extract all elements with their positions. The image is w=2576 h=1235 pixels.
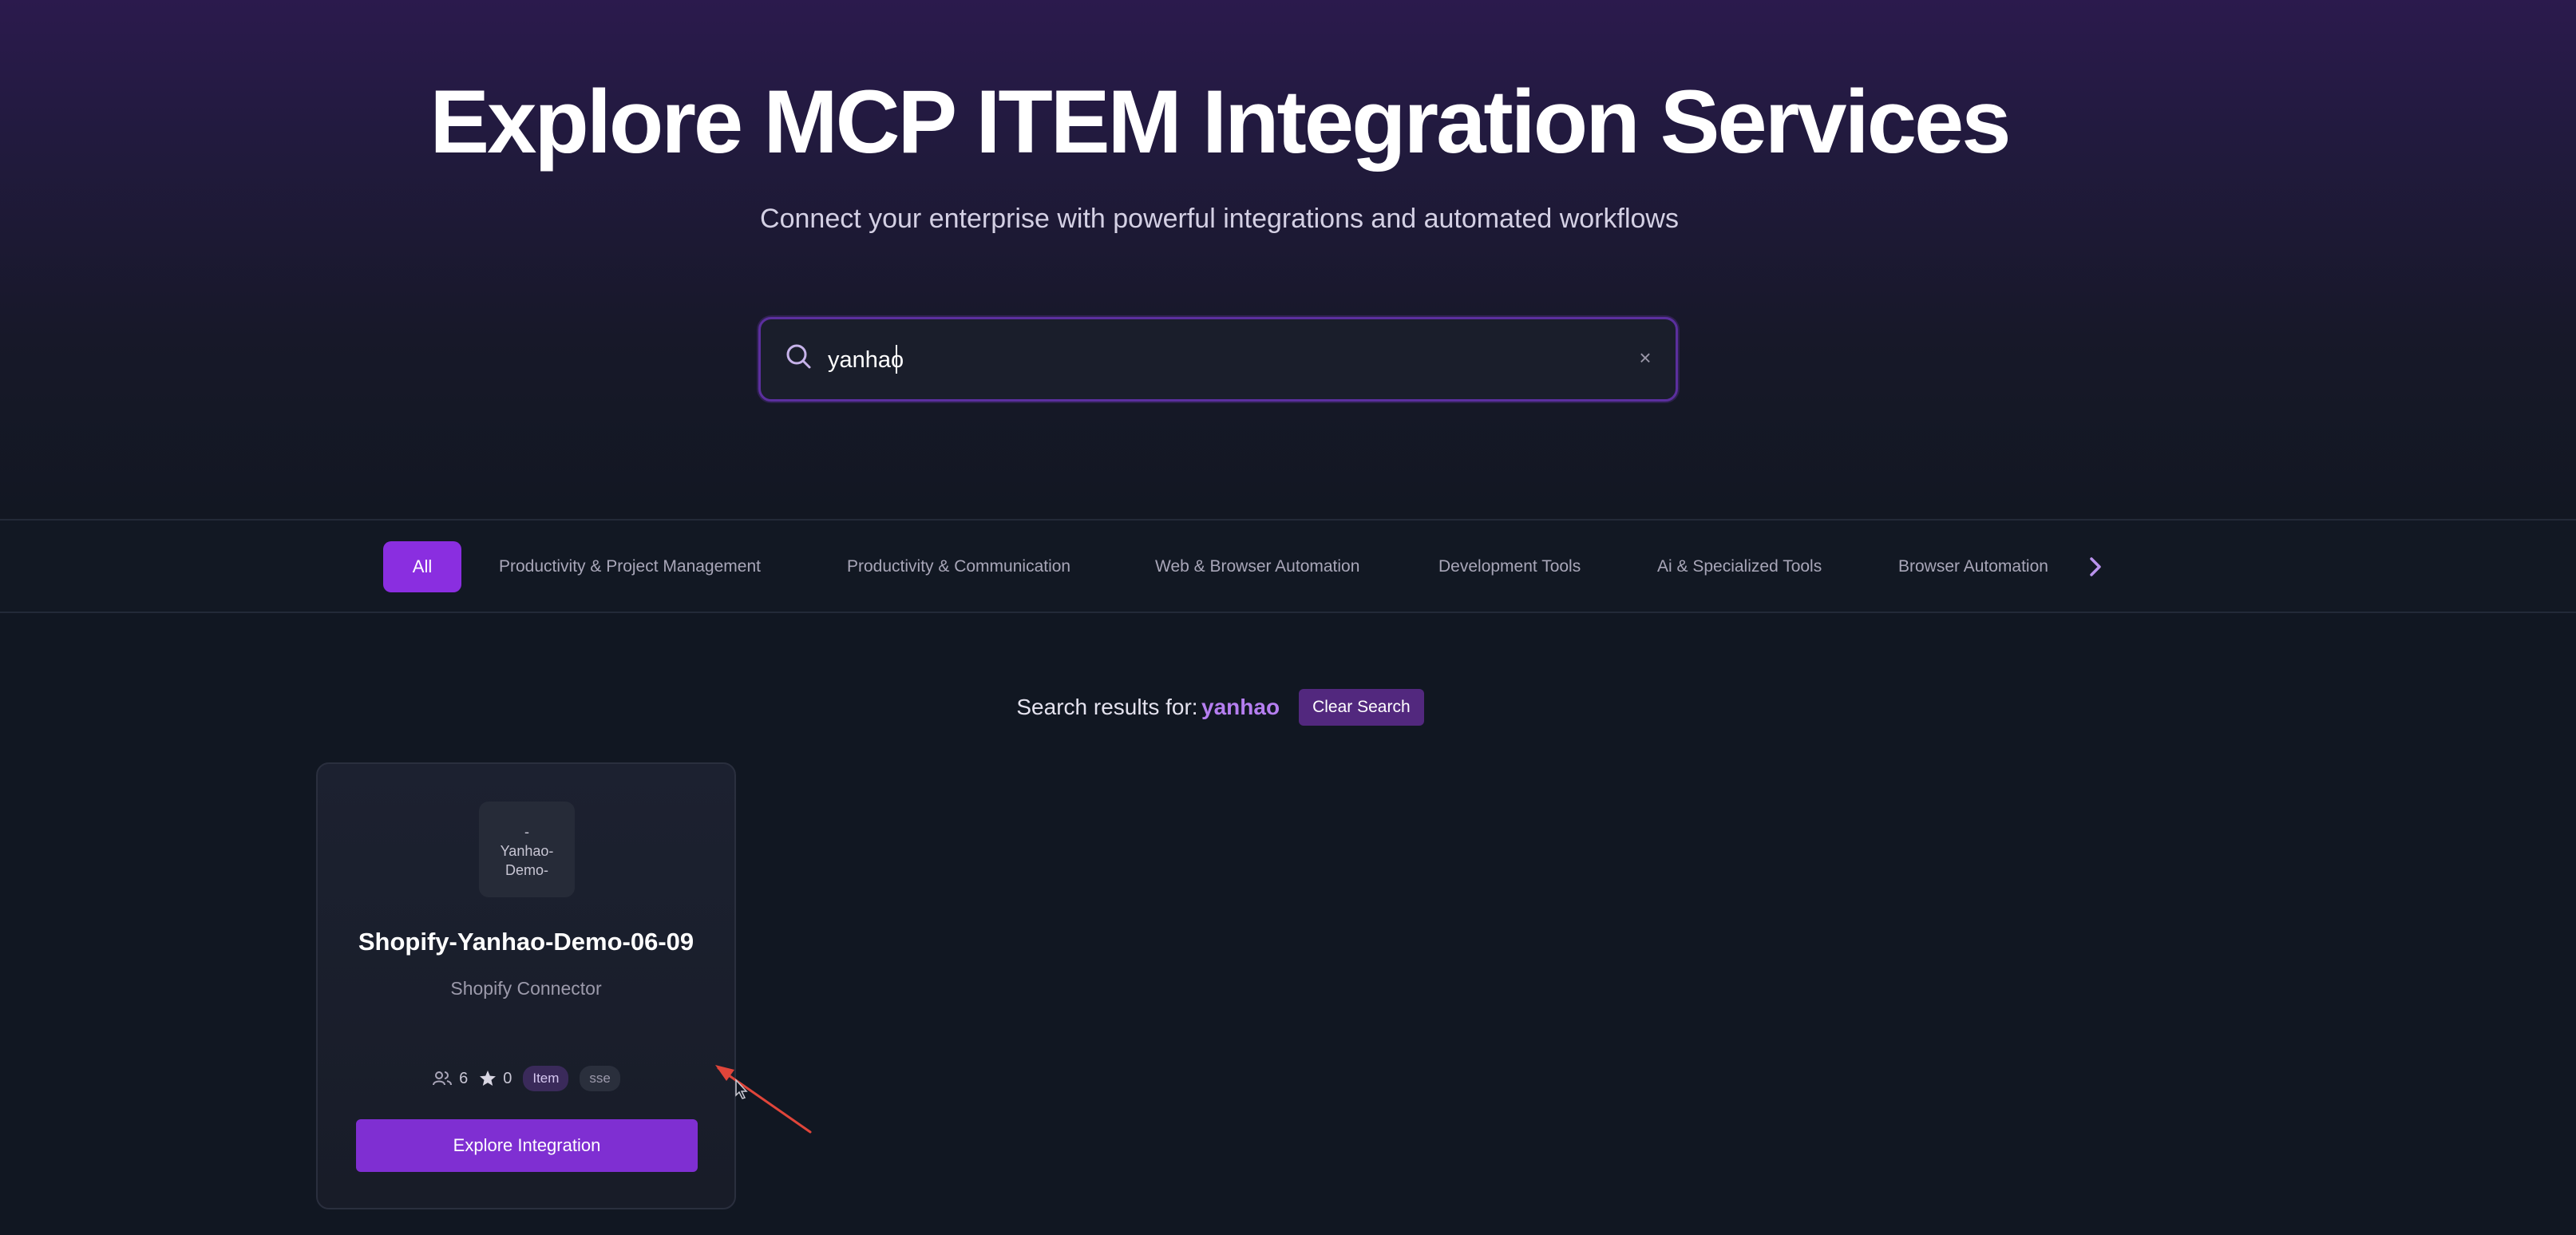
type-badge: Item	[523, 1066, 569, 1091]
results-text: Search results for: yanhao	[1016, 695, 1280, 720]
text-cursor	[896, 345, 897, 374]
results-label: Search results for:	[1016, 695, 1198, 719]
star-icon	[480, 1071, 497, 1086]
card-subtitle: Shopify Connector	[450, 978, 602, 999]
clear-search-button[interactable]: Clear Search	[1299, 689, 1424, 726]
tab-productivity-project-management[interactable]: Productivity & Project Management	[499, 541, 761, 592]
hero-section: Explore MCP ITEM Integration Services Co…	[0, 0, 2576, 519]
tab-browser-automation[interactable]: Browser Automation	[1898, 541, 2048, 592]
tab-ai-specialized-tools[interactable]: Ai & Specialized Tools	[1657, 541, 1822, 592]
category-tabs: All Productivity & Project Management Pr…	[0, 519, 2576, 613]
users-count: 6	[432, 1070, 468, 1088]
results-term: yanhao	[1201, 695, 1280, 719]
page-title: Explore MCP ITEM Integration Services	[429, 72, 2011, 172]
page: Explore MCP ITEM Integration Services Co…	[0, 0, 2576, 1235]
tab-development-tools[interactable]: Development Tools	[1438, 541, 1581, 592]
chevron-right-icon[interactable]	[2083, 549, 2107, 584]
tab-all[interactable]: All	[383, 541, 461, 592]
explore-integration-button[interactable]: Explore Integration	[356, 1119, 698, 1172]
search-icon	[786, 344, 811, 369]
integration-card[interactable]: - Yanhao- Demo- Shopify-Yanhao-Demo-06-0…	[316, 762, 736, 1209]
logo-line: Demo-	[505, 862, 548, 878]
card-meta: 6 0 Item sse	[318, 1064, 734, 1093]
users-value: 6	[459, 1069, 469, 1087]
stars-value: 0	[503, 1069, 512, 1087]
tab-web-browser-automation[interactable]: Web & Browser Automation	[1155, 541, 1359, 592]
tab-productivity-communication[interactable]: Productivity & Communication	[847, 541, 1070, 592]
clear-search-icon[interactable]: ×	[1631, 343, 1660, 372]
search-results-summary: Search results for: yanhao Clear Search	[0, 688, 2576, 726]
page-subtitle: Connect your enterprise with powerful in…	[760, 204, 1679, 234]
card-title: Shopify-Yanhao-Demo-06-09	[358, 928, 694, 956]
logo-line: -	[524, 824, 529, 840]
annotation-arrow-icon	[715, 1065, 812, 1134]
users-icon	[433, 1071, 453, 1086]
search-input[interactable]	[828, 338, 1594, 382]
integration-logo: - Yanhao- Demo-	[479, 802, 575, 897]
transport-badge: sse	[580, 1066, 620, 1091]
logo-line: Yanhao-	[500, 843, 554, 859]
stars-count: 0	[479, 1070, 512, 1088]
